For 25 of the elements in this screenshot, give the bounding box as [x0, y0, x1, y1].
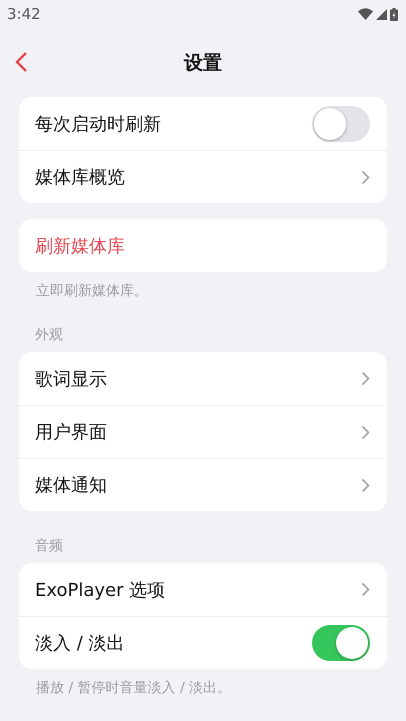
setting-row[interactable]: ExoPlayer 选项: [19, 563, 387, 616]
back-button[interactable]: [14, 50, 30, 74]
setting-row[interactable]: 媒体库概览: [19, 150, 387, 203]
signal-icon: [376, 8, 387, 20]
setting-row[interactable]: 用户界面: [19, 405, 387, 458]
wifi-icon: [358, 8, 373, 20]
page-title: 设置: [184, 50, 222, 76]
setting-label: 淡入 / 淡出: [35, 632, 125, 655]
chevron-right-icon: [361, 170, 370, 184]
chevron-right-icon: [361, 478, 370, 492]
section-footer: 立即刷新媒体库。: [19, 272, 387, 300]
setting-row[interactable]: 歌词显示: [19, 352, 387, 405]
action-row[interactable]: 刷新媒体库: [19, 219, 387, 272]
status-time: 3:42: [7, 5, 41, 23]
setting-row[interactable]: 媒体通知: [19, 458, 387, 511]
battery-icon: [390, 8, 398, 20]
toggle-switch[interactable]: [312, 106, 370, 142]
toggle-switch[interactable]: [312, 625, 370, 661]
section-footer: 播放 / 暂停时音量淡入 / 淡出。: [19, 669, 387, 697]
chevron-right-icon: [361, 424, 370, 440]
chevron-right-icon: [361, 371, 370, 386]
chevron-right-icon: [361, 582, 370, 597]
setting-label: 每次启动时刷新: [35, 112, 161, 136]
section-header: 外观: [34, 326, 64, 345]
section-header: 音频: [34, 537, 64, 556]
